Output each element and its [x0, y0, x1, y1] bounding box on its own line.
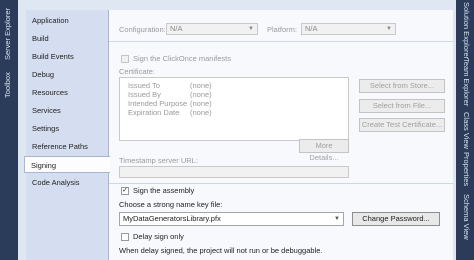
select-from-file-button[interactable]: Select from File...	[359, 99, 445, 113]
certificate-details-box: Issued To (none) Issued By (none) Intend…	[119, 77, 349, 141]
platform-value: N/A	[305, 24, 318, 33]
server-explorer-tab[interactable]: Server Explorer	[3, 4, 15, 64]
toolbox-tab[interactable]: Toolbox	[3, 68, 15, 102]
checkmark-icon: ✓	[122, 187, 128, 194]
sign-clickonce-label: Sign the ClickOnce manifests	[133, 54, 231, 63]
nav-reference-paths[interactable]: Reference Paths	[26, 138, 108, 155]
solution-explorer-tab[interactable]: Solution Explorer	[459, 2, 471, 59]
team-explorer-tab[interactable]: Team Explorer	[459, 58, 471, 108]
key-file-dropdown[interactable]: MyDataGeneratorsLibrary.pfx ▼	[119, 212, 344, 226]
cert-field-value: (none)	[190, 108, 212, 117]
select-from-store-button[interactable]: Select from Store...	[359, 79, 445, 93]
configuration-value: N/A	[170, 24, 183, 33]
chevron-down-icon: ▼	[334, 216, 340, 222]
key-file-value: MyDataGeneratorsLibrary.pfx	[123, 214, 221, 223]
nav-build[interactable]: Build	[26, 30, 108, 47]
schema-view-tab[interactable]: Schema View	[459, 194, 471, 244]
key-file-label: Choose a strong name key file:	[119, 200, 223, 209]
cert-field-label: Issued To	[128, 81, 160, 90]
right-toolwindow-strip: Solution Explorer Team Explorer Class Vi…	[456, 0, 474, 260]
project-properties-document: Application Build Build Events Debug Res…	[18, 0, 456, 260]
create-test-certificate-button[interactable]: Create Test Certificate...	[359, 118, 445, 132]
delay-sign-note: When delay signed, the project will not …	[119, 246, 323, 255]
cert-field-label: Expiration Date	[128, 108, 180, 117]
properties-nav: Application Build Build Events Debug Res…	[24, 10, 110, 260]
nav-settings[interactable]: Settings	[26, 120, 108, 137]
nav-build-events[interactable]: Build Events	[26, 48, 108, 65]
nav-application[interactable]: Application	[26, 12, 108, 29]
platform-label: Platform:	[267, 25, 298, 34]
sign-clickonce-checkbox[interactable]	[121, 55, 129, 63]
cert-field-label: Intended Purpose	[128, 99, 188, 108]
nav-services[interactable]: Services	[26, 102, 108, 119]
cert-field-label: Issued By	[128, 90, 161, 99]
nav-signing[interactable]: Signing	[24, 156, 110, 173]
class-view-tab[interactable]: Class View	[459, 112, 471, 149]
sign-assembly-checkbox[interactable]: ✓	[121, 187, 129, 195]
change-password-button[interactable]: Change Password...	[352, 212, 440, 226]
timestamp-label: Timestamp server URL:	[119, 156, 198, 165]
divider	[109, 183, 453, 184]
delay-sign-checkbox[interactable]	[121, 233, 129, 241]
divider	[109, 41, 453, 42]
timestamp-url-input[interactable]	[119, 166, 349, 178]
cert-field-value: (none)	[190, 90, 212, 99]
nav-resources[interactable]: Resources	[26, 84, 108, 101]
certificate-label: Certificate:	[119, 67, 155, 76]
left-toolwindow-strip: Server Explorer Toolbox	[0, 0, 18, 260]
signing-page: Configuration: N/A ▼ Platform: N/A ▼ Sig…	[108, 10, 453, 260]
configuration-dropdown[interactable]: N/A ▼	[166, 23, 258, 35]
configuration-label: Configuration:	[119, 25, 166, 34]
cert-field-value: (none)	[190, 81, 212, 90]
delay-sign-label: Delay sign only	[133, 232, 184, 241]
chevron-down-icon: ▼	[248, 26, 254, 32]
sign-assembly-label: Sign the assembly	[133, 186, 195, 195]
nav-code-analysis[interactable]: Code Analysis	[26, 174, 108, 191]
properties-tab[interactable]: Properties	[459, 152, 471, 188]
nav-debug[interactable]: Debug	[26, 66, 108, 83]
more-details-button[interactable]: More Details...	[299, 139, 349, 162]
cert-field-value: (none)	[190, 99, 212, 108]
platform-dropdown[interactable]: N/A ▼	[301, 23, 396, 35]
chevron-down-icon: ▼	[386, 26, 392, 32]
